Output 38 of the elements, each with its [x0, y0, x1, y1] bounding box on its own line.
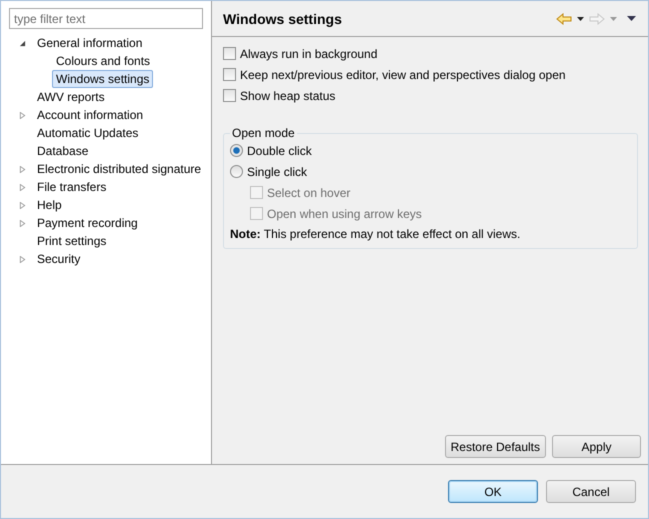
- tree-item[interactable]: Electronic distributed signature: [33, 160, 206, 178]
- checkbox-label: Open when using arrow keys: [267, 206, 422, 220]
- page-title: Windows settings: [223, 10, 342, 26]
- page-button[interactable]: Apply: [552, 435, 641, 458]
- back-arrow-icon[interactable]: [556, 12, 572, 24]
- checkbox[interactable]: [223, 47, 236, 60]
- radio-label: Single click: [247, 164, 308, 178]
- tree-item[interactable]: General information: [33, 34, 146, 52]
- checkbox-label: Keep next/previous editor, view and perspectives dialog open: [240, 68, 566, 82]
- tree-item[interactable]: Database: [33, 142, 92, 160]
- dropdown-icon[interactable]: [577, 16, 584, 20]
- forward-arrow-icon[interactable]: [589, 12, 605, 24]
- radio-button[interactable]: [230, 165, 243, 178]
- group-title: Open mode: [231, 126, 296, 140]
- tree-item[interactable]: Security: [33, 250, 84, 268]
- tree-item[interactable]: Colours and fonts: [52, 52, 154, 70]
- tree-item[interactable]: Account information: [33, 106, 148, 124]
- radio-button[interactable]: [230, 144, 243, 157]
- tree-item[interactable]: AWV reports: [33, 88, 109, 106]
- view-menu-icon[interactable]: [627, 16, 636, 21]
- dialog-button[interactable]: OK: [448, 480, 538, 503]
- tree-item[interactable]: Payment recording: [33, 214, 142, 232]
- dialog-button[interactable]: Cancel: [546, 480, 636, 503]
- tree-item[interactable]: Windows settings: [52, 70, 154, 88]
- checkbox-label: Always run in background: [240, 46, 378, 60]
- checkbox-label: Show heap status: [240, 88, 336, 102]
- filter-field[interactable]: type filter text: [9, 8, 203, 29]
- radio-label: Double click: [247, 144, 312, 158]
- tree-item[interactable]: Print settings: [33, 232, 110, 250]
- tree-item[interactable]: Help: [33, 196, 66, 214]
- note-text: Note: This preference may not take effect on all views.: [230, 226, 522, 243]
- tree-item[interactable]: File transfers: [33, 178, 110, 196]
- tree-item[interactable]: Automatic Updates: [33, 124, 142, 142]
- expander-icon[interactable]: [19, 40, 26, 46]
- page-button[interactable]: Restore Defaults: [444, 435, 546, 458]
- checkbox[interactable]: [223, 89, 236, 102]
- checkbox-label: Select on hover: [267, 186, 350, 200]
- checkbox[interactable]: [223, 68, 236, 81]
